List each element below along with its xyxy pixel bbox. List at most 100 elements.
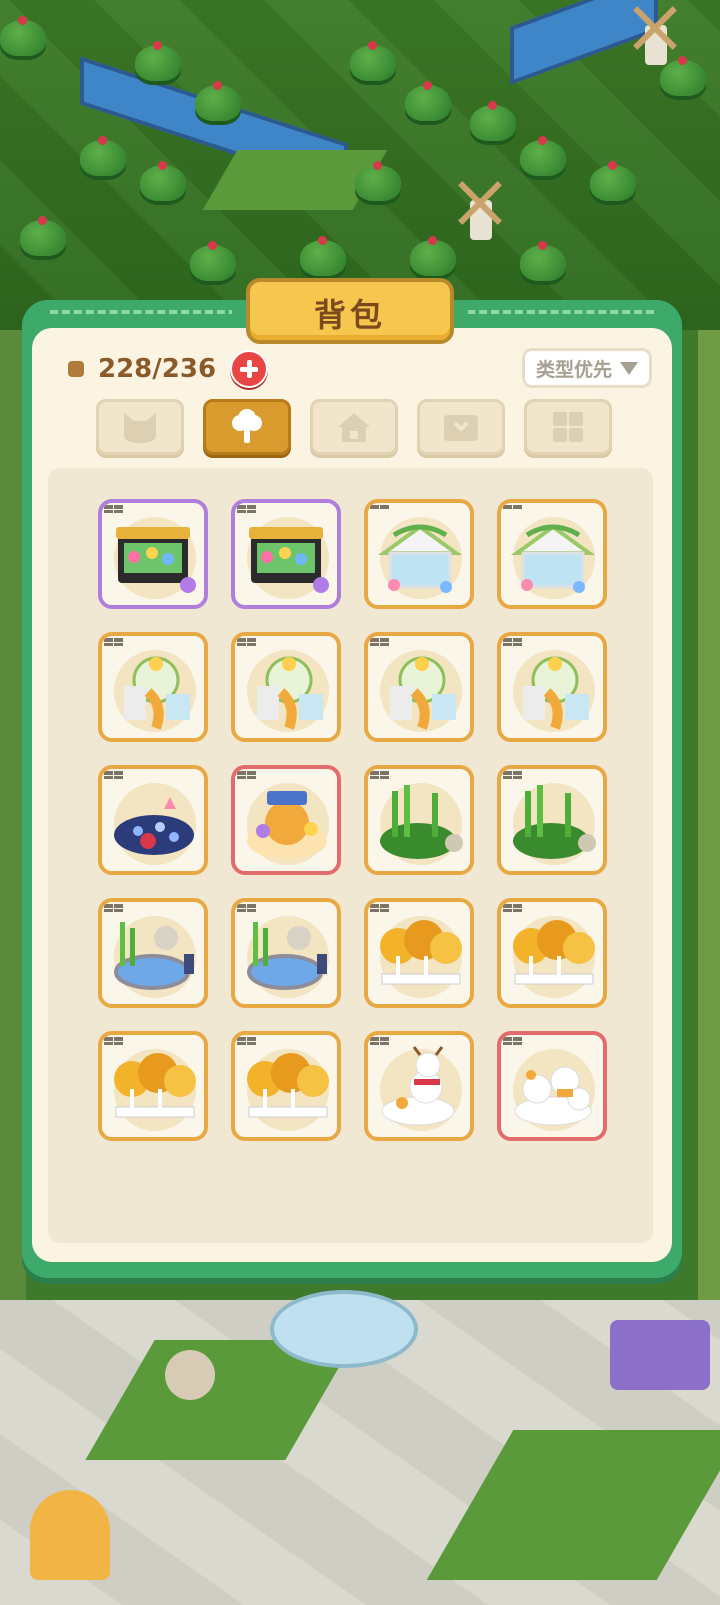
expand-capacity-button[interactable] bbox=[230, 350, 269, 388]
bamboo-grove-icon bbox=[380, 785, 463, 859]
blue-flower-bed-icon bbox=[114, 797, 194, 855]
inventory-item-autumn-birch-grove[interactable] bbox=[497, 898, 607, 1008]
inventory-item-bamboo-pond[interactable] bbox=[231, 898, 341, 1008]
inventory-item-glass-dome-slide-house[interactable] bbox=[497, 632, 607, 742]
greenhouse-cottage-icon bbox=[377, 524, 463, 593]
sort-label: 类型优先 bbox=[535, 358, 612, 381]
bamboo-grove-icon bbox=[513, 785, 596, 859]
house-icon bbox=[338, 413, 370, 442]
windmill bbox=[630, 0, 680, 70]
size-tag-icon bbox=[102, 902, 124, 912]
size-tag-icon bbox=[235, 769, 257, 779]
berry-bush bbox=[520, 241, 566, 281]
berry-bush bbox=[350, 41, 396, 81]
grid-icon bbox=[553, 412, 583, 442]
size-tag-icon bbox=[501, 902, 523, 912]
inventory-item-autumn-birch-grove[interactable] bbox=[98, 1031, 208, 1141]
category-tabs bbox=[96, 399, 612, 455]
inventory-item-blue-flower-bed[interactable] bbox=[98, 765, 208, 875]
berry-bush bbox=[20, 216, 66, 256]
inventory-item-autumn-birch-grove[interactable] bbox=[364, 898, 474, 1008]
flower-shop-stall-icon bbox=[116, 527, 196, 593]
inventory-item-autumn-carnival-stage[interactable] bbox=[231, 765, 341, 875]
size-tag-icon bbox=[235, 1035, 257, 1045]
windmill bbox=[455, 175, 505, 245]
bamboo-pond-icon bbox=[114, 922, 194, 990]
size-tag-icon bbox=[368, 503, 390, 513]
inventory-item-cat-snowmen[interactable] bbox=[497, 1031, 607, 1141]
berry-bush bbox=[355, 161, 401, 201]
bakery-hut bbox=[30, 1490, 110, 1580]
size-tag-icon bbox=[368, 902, 390, 912]
berry-bush bbox=[0, 16, 46, 56]
map-edge bbox=[698, 330, 720, 1310]
size-tag-icon bbox=[235, 902, 257, 912]
inventory-item-autumn-birch-grove[interactable] bbox=[231, 1031, 341, 1141]
size-tag-icon bbox=[368, 636, 390, 646]
size-tag-icon bbox=[235, 503, 257, 513]
tab-pets[interactable] bbox=[96, 399, 184, 455]
reindeer-snowman-icon bbox=[381, 1046, 455, 1126]
berry-bush bbox=[135, 41, 181, 81]
berry-bush bbox=[80, 136, 126, 176]
glass-dome-slide-house-icon bbox=[390, 656, 456, 730]
capacity-row: 228/236 bbox=[68, 350, 269, 388]
cat-face-icon bbox=[124, 413, 156, 443]
tab-plants[interactable] bbox=[203, 399, 291, 455]
tree-icon bbox=[232, 409, 262, 443]
sort-dropdown[interactable]: 类型优先 bbox=[522, 348, 652, 388]
berry-bush bbox=[520, 136, 566, 176]
size-tag-icon bbox=[102, 769, 124, 779]
autumn-birch-grove-icon bbox=[380, 920, 462, 985]
flower-shop-stall-icon bbox=[249, 527, 329, 593]
berry-bush bbox=[590, 161, 636, 201]
inventory-item-flower-shop-stall[interactable] bbox=[98, 499, 208, 609]
inventory-item-bamboo-grove[interactable] bbox=[497, 765, 607, 875]
size-tag-icon bbox=[235, 636, 257, 646]
berry-bush bbox=[190, 241, 236, 281]
inventory-item-glass-dome-slide-house[interactable] bbox=[364, 632, 474, 742]
panel-title-tab: 背包 bbox=[232, 278, 468, 344]
berry-bush bbox=[195, 81, 241, 121]
berry-bush bbox=[300, 236, 346, 276]
inventory-item-bamboo-grove[interactable] bbox=[364, 765, 474, 875]
capacity-count: 228/236 bbox=[98, 354, 217, 384]
berry-bush bbox=[470, 101, 516, 141]
berry-bush bbox=[405, 81, 451, 121]
chest-icon bbox=[444, 415, 478, 441]
inventory-item-glass-dome-slide-house[interactable] bbox=[231, 632, 341, 742]
inventory-item-glass-dome-slide-house[interactable] bbox=[98, 632, 208, 742]
bamboo-pond-icon bbox=[247, 922, 327, 990]
autumn-birch-grove-icon bbox=[247, 1053, 329, 1118]
autumn-carnival-stage-icon bbox=[247, 791, 327, 859]
chevron-down-icon bbox=[620, 361, 638, 375]
size-tag-icon bbox=[102, 503, 124, 513]
inventory-item-greenhouse-cottage[interactable] bbox=[364, 499, 474, 609]
size-tag-icon bbox=[102, 1035, 124, 1045]
inventory-item-greenhouse-cottage[interactable] bbox=[497, 499, 607, 609]
size-tag-icon bbox=[368, 1035, 390, 1045]
berry-bush bbox=[140, 161, 186, 201]
size-tag-icon bbox=[501, 769, 523, 779]
inventory-item-reindeer-snowman[interactable] bbox=[364, 1031, 474, 1141]
berry-bush bbox=[410, 236, 456, 276]
size-tag-icon bbox=[501, 1035, 523, 1045]
cat-snowmen-icon bbox=[514, 1066, 592, 1126]
tab-treasure[interactable] bbox=[417, 399, 505, 455]
fountain bbox=[270, 1290, 418, 1368]
greenhouse-cottage-icon bbox=[510, 524, 596, 593]
glass-dome-slide-house-icon bbox=[124, 656, 190, 730]
tab-buildings[interactable] bbox=[310, 399, 398, 455]
panel-title: 背包 bbox=[313, 296, 386, 334]
tab-misc[interactable] bbox=[524, 399, 612, 455]
autumn-birch-grove-icon bbox=[114, 1053, 196, 1118]
rock bbox=[165, 1350, 215, 1400]
autumn-birch-grove-icon bbox=[513, 920, 595, 985]
glass-dome-slide-house-icon bbox=[523, 656, 589, 730]
inventory-item-flower-shop-stall[interactable] bbox=[231, 499, 341, 609]
capacity-icon bbox=[68, 361, 84, 377]
size-tag-icon bbox=[501, 503, 523, 513]
size-tag-icon bbox=[102, 636, 124, 646]
market-stall bbox=[610, 1320, 710, 1390]
inventory-item-bamboo-pond[interactable] bbox=[98, 898, 208, 1008]
